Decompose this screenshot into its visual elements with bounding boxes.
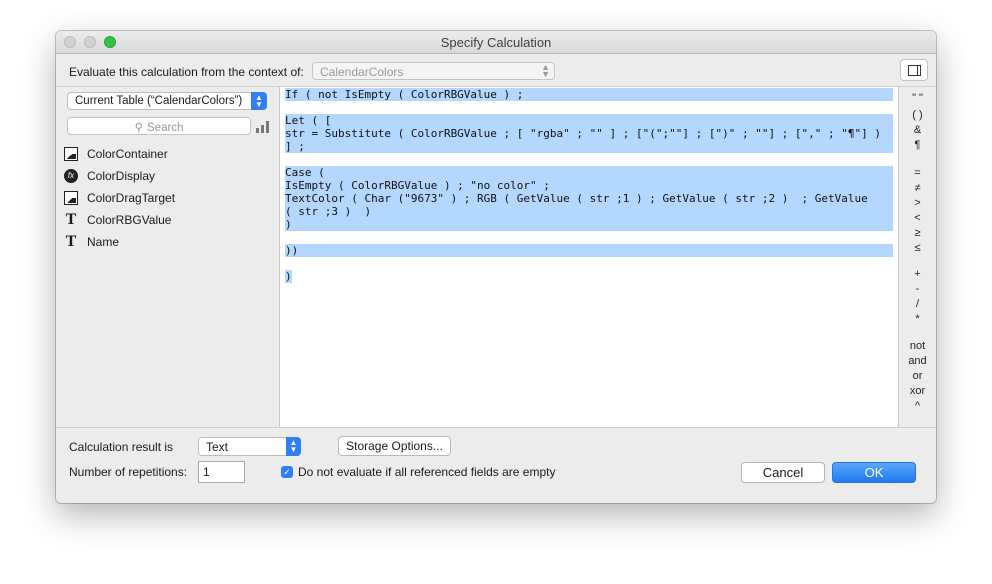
code-line: Let ( [ xyxy=(285,114,893,127)
select-arrows-icon: ▲ ▼ xyxy=(251,92,267,110)
operator-or[interactable]: or xyxy=(899,370,936,382)
code-line: If ( not IsEmpty ( ColorRBGValue ) ; xyxy=(285,88,893,101)
code-line: ) xyxy=(285,270,292,283)
container-field-icon xyxy=(64,147,78,161)
code-line: IsEmpty ( ColorRBGValue ) ; "no color" ; xyxy=(285,179,893,192)
text-field-icon: T xyxy=(65,233,77,250)
operator-xor[interactable]: xor xyxy=(899,385,936,397)
context-select[interactable]: CalendarColors ▲ ▼ xyxy=(312,62,555,80)
operator-divide[interactable]: / xyxy=(899,298,936,310)
do-not-evaluate-checkbox[interactable]: ✓ xyxy=(281,466,293,478)
search-placeholder: Search xyxy=(147,122,184,134)
code-line: ( str ;3 ) ) xyxy=(285,205,893,218)
field-search-input[interactable]: ⚲ Search xyxy=(67,117,251,135)
toggle-panel-button[interactable] xyxy=(900,59,928,81)
operator-plus[interactable]: + xyxy=(899,268,936,280)
code-line: ) xyxy=(285,218,893,231)
operator-quotes[interactable]: " " xyxy=(899,92,936,104)
operator-equal[interactable]: = xyxy=(899,167,936,179)
code-line: str = Substitute ( ColorRBGValue ; [ "rg… xyxy=(285,127,893,140)
result-type-label: Calculation result is xyxy=(69,440,174,454)
operator-greater[interactable]: > xyxy=(899,197,936,209)
sidebar-panel-icon xyxy=(908,65,921,76)
search-icon: ⚲ xyxy=(134,122,143,134)
operator-ampersand[interactable]: & xyxy=(899,124,936,136)
title-bar[interactable]: Specify Calculation xyxy=(56,31,936,54)
field-pane: Current Table (“CalendarColors”) ▲ ▼ ⚲ Sea… xyxy=(56,87,280,427)
operator-not[interactable]: not xyxy=(899,340,936,352)
select-arrows-icon: ▲ ▼ xyxy=(286,437,301,456)
context-label: Evaluate this calculation from the conte… xyxy=(69,65,304,79)
code-line: ] ; xyxy=(285,140,893,153)
calculation-text[interactable]: If ( not IsEmpty ( ColorRBGValue ) ; Let… xyxy=(285,88,893,283)
operators-panel: " " ( ) & ¶ = ≠ > < ≥ ≤ + - / * not and … xyxy=(899,87,936,427)
divider xyxy=(56,427,936,428)
field-item-name[interactable]: T Name xyxy=(64,232,274,254)
do-not-evaluate-label[interactable]: Do not evaluate if all referenced fields… xyxy=(298,465,555,479)
operator-and[interactable]: and xyxy=(899,355,936,367)
field-item-colorrbgvalue[interactable]: T ColorRBGValue xyxy=(64,210,274,232)
field-list: ColorContainer fx ColorDisplay ColorDrag… xyxy=(64,144,274,254)
checkmark-icon: ✓ xyxy=(283,467,291,477)
specify-calculation-dialog: Specify Calculation Evaluate this calcul… xyxy=(56,31,936,503)
field-item-colordisplay[interactable]: fx ColorDisplay xyxy=(64,166,274,188)
code-line: Case ( xyxy=(285,166,893,179)
code-line: TextColor ( Char ("9673" ) ; RGB ( GetVa… xyxy=(285,192,893,205)
repetitions-label: Number of repetitions: xyxy=(69,465,188,479)
cancel-button[interactable]: Cancel xyxy=(741,462,825,483)
storage-options-button[interactable]: Storage Options... xyxy=(338,436,451,456)
operator-multiply[interactable]: * xyxy=(899,313,936,325)
repetitions-input[interactable]: 1 xyxy=(198,461,245,483)
operator-not-equal[interactable]: ≠ xyxy=(899,182,936,194)
code-line: )) xyxy=(285,244,893,257)
field-item-colorcontainer[interactable]: ColorContainer xyxy=(64,144,274,166)
text-field-icon: T xyxy=(65,211,77,228)
context-select-value: CalendarColors xyxy=(320,65,404,79)
operator-less-equal[interactable]: ≤ xyxy=(899,242,936,254)
operator-parens[interactable]: ( ) xyxy=(899,109,936,121)
window-title: Specify Calculation xyxy=(440,35,552,50)
result-type-select[interactable]: Text ▲ ▼ xyxy=(198,437,301,456)
calculation-field-icon: fx xyxy=(64,169,78,183)
sort-options-icon[interactable] xyxy=(256,121,270,133)
result-type-value: Text xyxy=(206,440,229,454)
operator-minus[interactable]: - xyxy=(899,283,936,295)
field-item-colordragtarget[interactable]: ColorDragTarget xyxy=(64,188,274,210)
operator-pilcrow[interactable]: ¶ xyxy=(899,139,936,151)
container-field-icon xyxy=(64,191,78,205)
operator-power[interactable]: ^ xyxy=(899,400,936,412)
calculation-editor[interactable]: If ( not IsEmpty ( ColorRBGValue ) ; Let… xyxy=(280,87,899,427)
select-arrows-icon: ▲ ▼ xyxy=(541,62,550,79)
table-select[interactable]: Current Table (“CalendarColors”) ▲ ▼ xyxy=(67,92,267,110)
table-select-value: Current Table (“CalendarColors”) xyxy=(75,95,243,107)
ok-button[interactable]: OK xyxy=(832,462,916,483)
operator-greater-equal[interactable]: ≥ xyxy=(899,227,936,239)
operator-less[interactable]: < xyxy=(899,212,936,224)
